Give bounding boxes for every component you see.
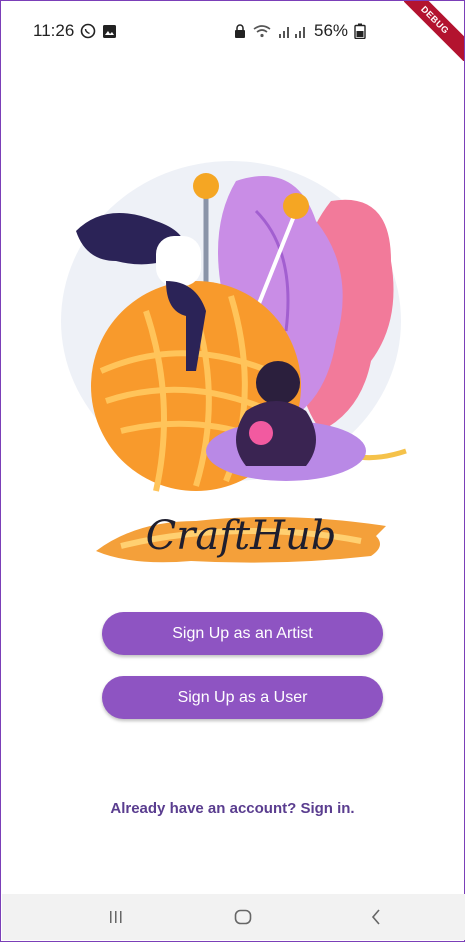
sign-in-link[interactable]: Already have an account? Sign in.: [1, 800, 464, 817]
battery-icon: [354, 23, 366, 39]
debug-banner: DEBUG: [404, 1, 464, 61]
whatsapp-icon: [80, 23, 96, 39]
knitting-illustration: [61, 161, 407, 492]
battery-percent: 56%: [314, 21, 349, 40]
lock-icon: [234, 23, 246, 39]
sign-up-user-button[interactable]: Sign Up as a User: [102, 676, 383, 719]
crafthub-logo: CraftHub: [91, 496, 391, 576]
gallery-icon: [102, 24, 117, 39]
debug-banner-clip: DEBUG: [404, 1, 464, 61]
home-icon[interactable]: [228, 904, 258, 930]
status-bar: 11:26 56% DEBUG: [1, 1, 464, 61]
status-left: 11:26: [33, 21, 117, 41]
status-time: 11:26: [33, 21, 75, 40]
recent-apps-icon[interactable]: [101, 904, 131, 930]
status-right: 56%: [234, 21, 366, 41]
wifi-icon: [252, 24, 272, 39]
logo-text: CraftHub: [145, 513, 337, 559]
signal-icon: [278, 24, 308, 39]
app-frame: 11:26 56% DEBUG CraftHub Sign Up as an A…: [0, 0, 465, 942]
system-nav-bar: [2, 894, 465, 940]
back-icon[interactable]: [361, 904, 391, 930]
sign-up-artist-button[interactable]: Sign Up as an Artist: [102, 612, 383, 655]
